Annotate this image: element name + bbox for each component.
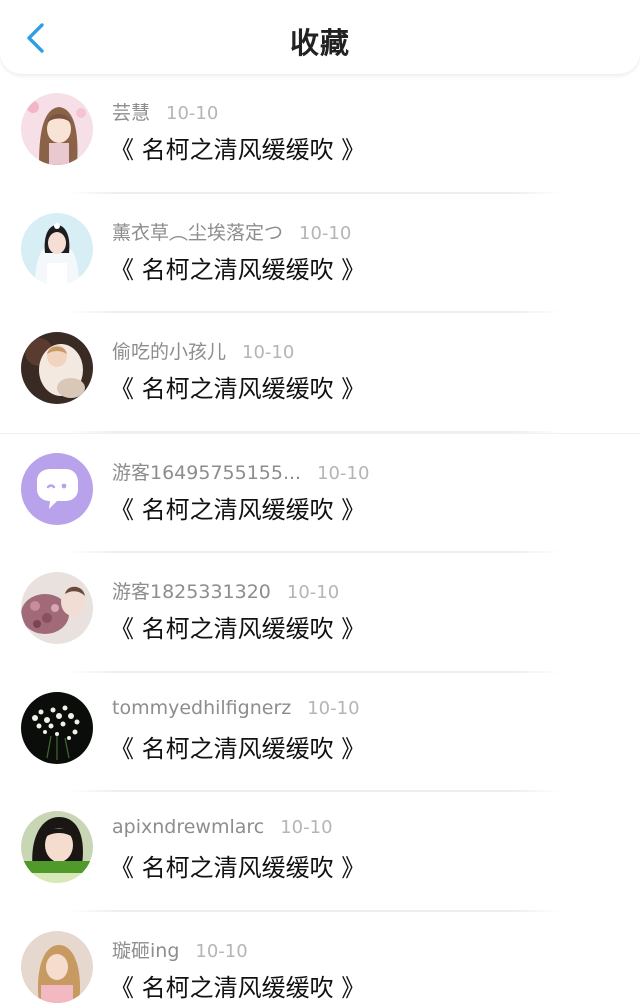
- item-meta: 游客1825331320 10-10: [112, 577, 339, 604]
- date-label: 10-10: [307, 697, 360, 719]
- book-title[interactable]: 《 名柯之清风缓缓吹 》: [110, 848, 365, 883]
- list-item[interactable]: 芸慧 10-10 《 名柯之清风缓缓吹 》: [0, 74, 640, 194]
- page-title: 收藏: [289, 26, 350, 60]
- book-title[interactable]: 《 名柯之清风缓缓吹 》: [110, 250, 365, 285]
- username[interactable]: 游客16495755155...: [112, 462, 301, 484]
- favorites-list: 芸慧10-10 《 名柯之清风缓缓吹 》 薰衣草︵尘埃落定つ10-10 《: [0, 74, 640, 1003]
- book-title[interactable]: 《 名柯之清风缓缓吹 》: [110, 609, 365, 644]
- item-meta: 薰衣草︵尘埃落定つ 10-10: [112, 218, 351, 245]
- date-label: 10-10: [286, 582, 340, 603]
- list-item[interactable]: 璇砸ing 10-10 《 名柯之清风缓缓吹 》: [0, 912, 640, 1003]
- username[interactable]: 芸慧: [112, 102, 150, 124]
- date-label: 10-10: [280, 817, 333, 838]
- child-photo-avatar-icon[interactable]: [21, 332, 93, 404]
- header-bar: 收藏: [0, 0, 640, 74]
- username[interactable]: apixndrewmlarc: [112, 816, 264, 838]
- flowers-photo-avatar-icon[interactable]: [21, 572, 93, 644]
- username[interactable]: 薰衣草︵尘埃落定つ: [112, 222, 283, 244]
- username[interactable]: 游客1825331320: [112, 581, 271, 603]
- date-label: 10-10: [242, 342, 295, 363]
- chat-bubble-avatar-icon[interactable]: [21, 452, 93, 525]
- pink-anime-avatar-icon[interactable]: [21, 93, 93, 165]
- item-meta: 芸慧 10-10: [112, 98, 218, 125]
- list-item[interactable]: 游客16495755155... 10-10 《 名柯之清风缓缓吹 》: [0, 432, 640, 553]
- favorites-screen: 收藏 芸慧 10-10 《 名柯之清风缓缓吹 》 薰衣草︵尘埃落定つ 10-10…: [0, 0, 640, 1003]
- username[interactable]: 偷吃的小孩儿: [112, 341, 226, 363]
- list-item[interactable]: 薰衣草︵尘埃落定つ 10-10 《 名柯之清风缓缓吹 》: [0, 194, 640, 313]
- item-meta: tommyedhilfignerz 10-10: [112, 697, 360, 719]
- date-label: 10-10: [195, 940, 248, 962]
- item-meta: 游客16495755155... 10-10: [112, 458, 369, 485]
- list-item[interactable]: apixndrewmlarc 10-10 《 名柯之清风缓缓吹 》: [0, 792, 640, 912]
- blonde-girl-avatar-icon[interactable]: [21, 930, 93, 1003]
- list-item[interactable]: 偷吃的小孩儿 10-10 《 名柯之清风缓缓吹 》: [0, 313, 640, 433]
- book-title[interactable]: 《 名柯之清风缓缓吹 》: [110, 490, 365, 525]
- list-item[interactable]: tommyedhilfignerz 10-10 《 名柯之清风缓缓吹 》: [0, 673, 640, 792]
- item-meta: 璇砸ing 10-10: [112, 936, 248, 963]
- username[interactable]: tommyedhilfignerz: [112, 697, 291, 719]
- date-label: 10-10: [317, 462, 370, 484]
- item-meta: 偷吃的小孩儿 10-10: [112, 337, 294, 364]
- girl-photo-avatar-icon[interactable]: [21, 811, 93, 883]
- book-title[interactable]: 《 名柯之清风缓缓吹 》: [110, 369, 365, 404]
- book-title[interactable]: 《 名柯之清风缓缓吹 》: [110, 968, 365, 1003]
- date-label: 10-10: [299, 222, 352, 244]
- username[interactable]: 璇砸ing: [112, 940, 179, 962]
- date-label: 10-10: [166, 103, 219, 124]
- white-flowers-avatar-icon[interactable]: [21, 691, 93, 764]
- list-item[interactable]: 游客1825331320 10-10 《 名柯之清风缓缓吹 》: [0, 553, 640, 673]
- book-title[interactable]: 《 名柯之清风缓缓吹 》: [110, 130, 365, 165]
- bride-photo-avatar-icon[interactable]: [21, 212, 93, 285]
- item-meta: apixndrewmlarc 10-10: [112, 816, 333, 838]
- book-title[interactable]: 《 名柯之清风缓缓吹 》: [110, 729, 365, 764]
